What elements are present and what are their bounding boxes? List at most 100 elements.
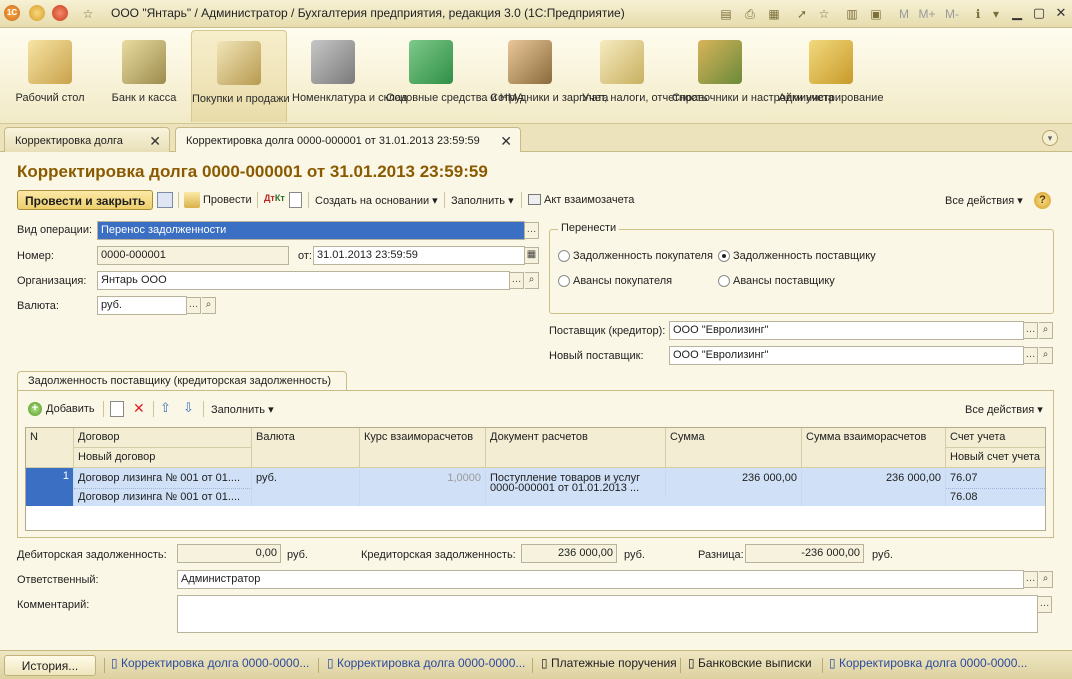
col-header-contract[interactable]: Договор — [74, 428, 252, 448]
section-desktop[interactable]: Рабочий стол — [10, 30, 90, 122]
add-row-button[interactable]: Добавить — [46, 403, 95, 415]
minimize-icon[interactable]: ▁ — [1006, 4, 1028, 22]
col-header-document[interactable]: Документ расчетов — [486, 428, 666, 468]
col-header-rate[interactable]: Курс взаиморасчетов — [360, 428, 486, 468]
arrow-up-icon[interactable]: ⇧ — [160, 400, 171, 416]
section-employees[interactable]: Сотрудники и зарплата — [490, 30, 608, 122]
currency-field[interactable]: руб. — [97, 296, 187, 315]
cell-settle-sum[interactable]: 236 000,00 — [802, 470, 946, 506]
responsible-field[interactable]: Администратор — [177, 570, 1024, 589]
act-button[interactable]: Акт взаимозачета — [544, 194, 634, 206]
dt-kt-icon[interactable]: ДтКт — [264, 193, 285, 203]
calendar-icon[interactable]: ▦ — [525, 247, 539, 264]
stop-icon[interactable] — [52, 5, 68, 21]
tab-supplier-debt[interactable]: Задолженность поставщику (кредиторская з… — [17, 371, 347, 391]
mem-mminus[interactable]: M- — [942, 6, 962, 22]
taskbar-item[interactable]: ▯ Корректировка долга 0000-0000... — [111, 656, 309, 675]
post-button[interactable]: Провести — [203, 194, 252, 206]
search-icon[interactable]: ⌕ — [202, 297, 216, 314]
col-header-new-contract[interactable]: Новый договор — [74, 448, 252, 468]
col-header-settle-sum[interactable]: Сумма взаиморасчетов — [802, 428, 946, 468]
search-icon[interactable]: ⌕ — [525, 272, 539, 289]
menu-icon[interactable] — [29, 5, 45, 21]
number-field[interactable]: 0000-000001 — [97, 246, 289, 265]
section-assets[interactable]: Основные средства и НМА — [386, 30, 524, 122]
post-and-close-button[interactable]: Провести и закрыть — [17, 190, 154, 210]
save-icon[interactable] — [157, 192, 173, 208]
section-reports[interactable]: Учет, налоги, отчетность — [582, 30, 707, 122]
maximize-icon[interactable]: ▢ — [1028, 4, 1050, 22]
radio-supplier-advance[interactable] — [718, 275, 730, 287]
table-all-actions-button[interactable]: Все действия ▾ — [965, 403, 1043, 416]
delete-icon[interactable]: ✕ — [133, 400, 145, 417]
col-header-n[interactable]: N — [26, 428, 74, 468]
section-bank[interactable]: Банк и касса — [105, 30, 183, 122]
help-icon[interactable]: ? — [1034, 192, 1051, 209]
close-icon[interactable]: ✕ — [500, 133, 512, 150]
choose-icon[interactable]: … — [187, 297, 201, 314]
document-icon[interactable] — [289, 192, 302, 208]
taskbar-item[interactable]: ▯ Платежные поручения — [541, 656, 677, 675]
choose-icon[interactable]: … — [525, 222, 539, 239]
radio-supplier-debt[interactable] — [718, 250, 730, 262]
mem-mplus[interactable]: M+ — [916, 6, 938, 22]
calculator-icon[interactable]: ▥ — [844, 6, 860, 22]
section-nomenclature[interactable]: Номенклатура и склад — [292, 30, 407, 122]
chevron-down-icon[interactable]: ▾ — [988, 6, 1004, 22]
mem-m[interactable]: M — [896, 6, 912, 22]
col-header-account[interactable]: Счет учета — [946, 428, 1045, 448]
print-icon[interactable]: ⎙ — [742, 6, 758, 22]
all-actions-button[interactable]: Все действия ▾ — [945, 194, 1023, 207]
copy-icon[interactable]: ▤ — [718, 6, 734, 22]
col-header-sum[interactable]: Сумма — [666, 428, 802, 468]
favorite-icon[interactable]: ☆ — [816, 6, 832, 22]
op-type-select[interactable]: Перенос задолженности — [97, 221, 525, 240]
radio-customer-advance[interactable] — [558, 275, 570, 287]
taskbar-item[interactable]: ▯ Корректировка долга 0000-0000... — [829, 656, 1027, 675]
preview-icon[interactable]: ▦ — [766, 6, 782, 22]
cell-sum[interactable]: 236 000,00 — [666, 470, 802, 506]
arrow-down-icon[interactable]: ⇩ — [183, 400, 194, 416]
tab-debt-correction-list[interactable]: Корректировка долга ✕ — [4, 127, 170, 152]
taskbar-item[interactable]: ▯ Банковские выписки — [688, 656, 812, 675]
close-icon[interactable]: ✕ — [149, 133, 161, 150]
calendar-icon[interactable]: ▣ — [868, 6, 884, 22]
section-purchases[interactable]: Покупки и продажи — [191, 30, 290, 122]
cell-account[interactable]: 76.07 — [946, 470, 1045, 488]
comment-field[interactable] — [177, 595, 1038, 633]
date-field[interactable]: 31.01.2013 23:59:59 — [313, 246, 525, 265]
cell-new-account[interactable]: 76.08 — [946, 488, 1045, 506]
chevron-down-icon[interactable]: ▾ — [1042, 130, 1058, 146]
table-fill-button[interactable]: Заполнить ▾ — [211, 403, 274, 416]
supplier-field[interactable]: ООО "Евролизинг" — [669, 321, 1024, 340]
close-icon[interactable]: ✕ — [1050, 4, 1072, 22]
cell-contract[interactable]: Договор лизинга № 001 от 01.... — [74, 470, 252, 488]
cell-document-line2[interactable]: 0000-000001 от 01.01.2013 ... — [486, 482, 666, 496]
col-header-new-account[interactable]: Новый счет учета — [946, 448, 1045, 468]
app-logo-icon[interactable]: 1С — [4, 5, 20, 21]
choose-icon[interactable]: … — [510, 272, 524, 289]
choose-icon[interactable]: … — [1024, 322, 1038, 339]
fill-button[interactable]: Заполнить ▾ — [451, 194, 514, 207]
cell-rate[interactable]: 1,0000 — [360, 470, 486, 506]
org-field[interactable]: Янтарь ООО — [97, 271, 510, 290]
new-supplier-field[interactable]: ООО "Евролизинг" — [669, 346, 1024, 365]
col-header-currency[interactable]: Валюта — [252, 428, 360, 468]
choose-icon[interactable]: … — [1038, 596, 1052, 613]
history-button[interactable]: История... — [4, 655, 96, 676]
taskbar-item[interactable]: ▯ Корректировка долга 0000-0000... — [327, 656, 525, 675]
choose-icon[interactable]: … — [1024, 347, 1038, 364]
section-admin[interactable]: Администрирование — [776, 30, 886, 122]
search-icon[interactable]: ⌕ — [1039, 571, 1053, 588]
search-icon[interactable]: ⌕ — [1039, 322, 1053, 339]
cell-new-contract[interactable]: Договор лизинга № 001 от 01.... — [74, 488, 252, 506]
go-icon[interactable]: ➚ — [794, 6, 810, 22]
section-references[interactable]: Справочники и настройки учета — [672, 30, 834, 122]
info-icon[interactable]: ℹ — [970, 6, 986, 22]
radio-customer-debt[interactable] — [558, 250, 570, 262]
cell-n[interactable]: 1 — [26, 468, 74, 506]
star-icon[interactable]: ☆ — [80, 6, 96, 22]
search-icon[interactable]: ⌕ — [1039, 347, 1053, 364]
tab-debt-correction-doc[interactable]: Корректировка долга 0000-000001 от 31.01… — [175, 127, 521, 153]
copy-row-icon[interactable] — [110, 401, 124, 417]
